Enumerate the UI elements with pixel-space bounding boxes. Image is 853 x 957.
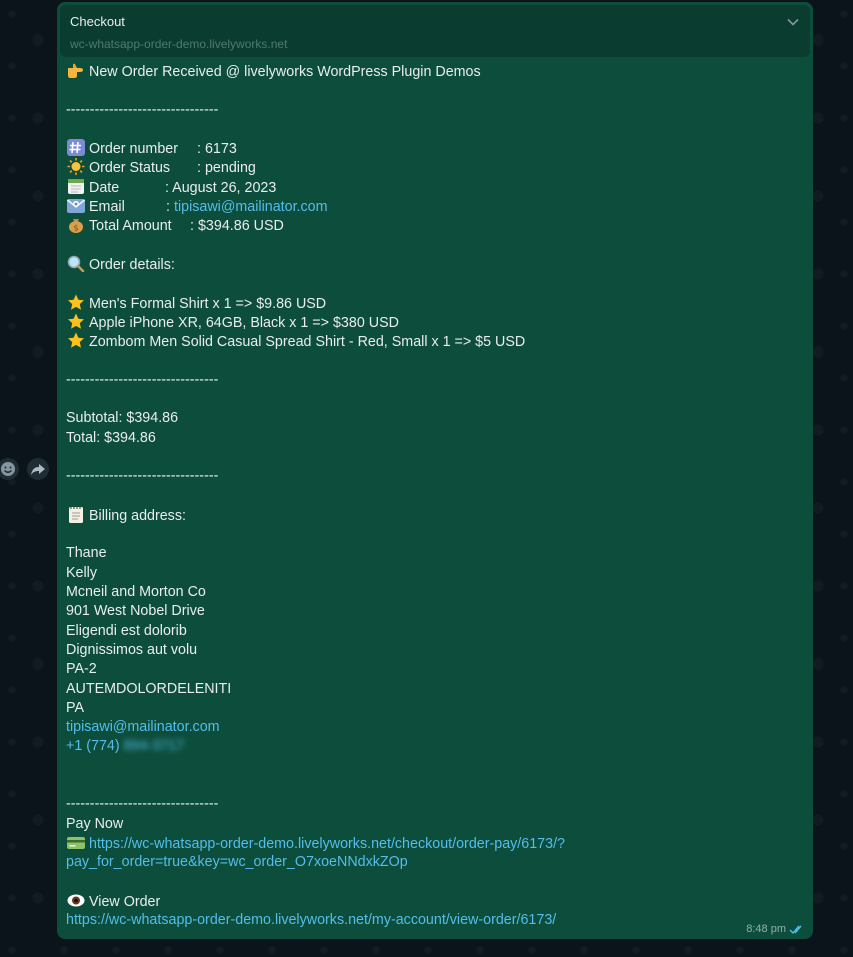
order-header-text: New Order Received @ livelyworks WordPre…	[89, 64, 481, 80]
billing-title: Billing address:	[89, 507, 186, 524]
billing-title-line: Billing address:	[66, 506, 796, 525]
message-time-text: 8:48 pm	[746, 923, 786, 935]
billing-phone-line: +1 (774) 894-3717	[66, 737, 796, 756]
order-item-text: Zombom Men Solid Casual Spread Shirt - R…	[89, 334, 526, 351]
link-preview-domain: wc-whatsapp-order-demo.livelyworks.net	[70, 37, 288, 51]
eye-icon	[67, 894, 85, 907]
order-header-line: New Order Received @ livelyworks WordPre…	[66, 62, 796, 81]
order-number-sep: :	[197, 141, 201, 158]
date-label: Date	[89, 179, 120, 196]
email-sep: :	[166, 199, 170, 216]
message-bubble: Checkout wc-whatsapp-order-demo.livelywo…	[57, 2, 813, 939]
total-amount-sep: :	[190, 218, 194, 235]
order-status-sep: :	[197, 160, 201, 177]
calendar-icon	[68, 178, 84, 194]
order-number-value: 6173	[204, 141, 237, 158]
pay-link-line2-wrap: pay_for_order=true&key=wc_order_O7xoeNNd…	[66, 853, 796, 872]
total-amount-line: $ Total Amount: $394.86 USD	[66, 216, 796, 235]
billing-company: Mcneil and Morton Co	[66, 584, 206, 601]
keycap-hash-icon	[67, 139, 85, 157]
subtotal-line: Subtotal: $394.86	[66, 410, 179, 427]
emoji-reaction-button[interactable]	[0, 458, 19, 480]
order-number-label: Order number	[89, 141, 178, 158]
order-details-title: Order details:	[89, 256, 175, 273]
billing-phone-redacted: 894-3717	[123, 738, 185, 755]
view-order-line: View Order	[66, 892, 796, 911]
divider: --------------------------------	[66, 468, 219, 485]
order-item: Zombom Men Solid Casual Spread Shirt - R…	[66, 332, 796, 351]
email-line: Email: tipisawi@mailinator.com	[66, 197, 796, 216]
date-line: Date: August 26, 2023	[66, 178, 796, 197]
billing-address2: Eligendi est dolorib	[66, 622, 187, 639]
sun-icon	[67, 158, 85, 176]
order-item-text: Apple iPhone XR, 64GB, Black x 1 => $380…	[89, 314, 399, 331]
billing-email-link[interactable]: tipisawi@mailinator.com	[66, 719, 220, 735]
total-line: Total: $394.86	[66, 429, 156, 446]
view-order-label: View Order	[89, 893, 161, 910]
billing-state: PA-2	[66, 661, 97, 678]
total-amount-label: Total Amount	[89, 218, 172, 235]
view-order-link-line: https://wc-whatsapp-order-demo.livelywor…	[66, 911, 796, 930]
date-sep: :	[165, 179, 169, 196]
billing-city: Dignissimos aut volu	[66, 641, 198, 658]
billing-country: PA	[66, 699, 85, 716]
message-text: New Order Received @ livelyworks WordPre…	[66, 62, 796, 930]
pay-now-label: Pay Now	[66, 815, 124, 832]
double-check-icon	[789, 925, 802, 934]
magnifier-icon	[67, 255, 85, 272]
envelope-icon	[67, 199, 85, 214]
pay-link-line1[interactable]: https://wc-whatsapp-order-demo.livelywor…	[89, 836, 565, 852]
star-icon	[68, 313, 84, 329]
divider: --------------------------------	[66, 371, 219, 388]
pay-link-line: https://wc-whatsapp-order-demo.livelywor…	[66, 834, 796, 853]
billing-address1: 901 West Nobel Drive	[66, 603, 205, 620]
order-item: Apple iPhone XR, 64GB, Black x 1 => $380…	[66, 313, 796, 332]
notepad-icon	[69, 506, 83, 523]
order-number-line: Order number: 6173	[66, 139, 796, 158]
email-link[interactable]: tipisawi@mailinator.com	[174, 199, 328, 215]
forward-icon	[31, 464, 45, 475]
view-order-link[interactable]: https://wc-whatsapp-order-demo.livelywor…	[66, 912, 556, 928]
order-status-value: pending	[204, 160, 256, 177]
pay-link-line2[interactable]: pay_for_order=true&key=wc_order_O7xoeNNd…	[66, 854, 408, 870]
link-preview-title: Checkout	[70, 14, 125, 29]
billing-phone-link[interactable]: +1 (774)	[66, 738, 120, 754]
star-icon	[68, 294, 84, 310]
divider: --------------------------------	[66, 101, 219, 118]
divider: --------------------------------	[66, 796, 219, 813]
credit-card-icon	[67, 836, 85, 849]
emoji-icon	[1, 462, 15, 476]
order-status-label: Order Status	[89, 160, 171, 177]
message-time: 8:48 pm	[746, 923, 805, 935]
order-item-text: Men's Formal Shirt x 1 => $9.86 USD	[89, 295, 327, 312]
billing-last-name: Kelly	[66, 564, 97, 581]
link-preview[interactable]: Checkout wc-whatsapp-order-demo.livelywo…	[60, 5, 810, 57]
billing-first-name: Thane	[66, 545, 107, 562]
billing-postcode: AUTEMDOLORDELENITI	[66, 680, 232, 697]
chevron-down-icon[interactable]	[786, 15, 800, 29]
order-details-title-line: Order details:	[66, 255, 796, 274]
date-value: August 26, 2023	[172, 179, 277, 196]
billing-email-line: tipisawi@mailinator.com	[66, 718, 796, 737]
total-amount-value: $394.86 USD	[197, 218, 284, 235]
money-bag-icon: $	[69, 219, 83, 234]
svg-text:$: $	[73, 224, 78, 233]
order-status-line: Order Status: pending	[66, 158, 796, 177]
pointing-hand-icon	[68, 63, 83, 78]
star-icon	[68, 332, 84, 348]
email-label: Email	[89, 199, 125, 216]
order-item: Men's Formal Shirt x 1 => $9.86 USD	[66, 294, 796, 313]
forward-button[interactable]	[27, 458, 49, 480]
